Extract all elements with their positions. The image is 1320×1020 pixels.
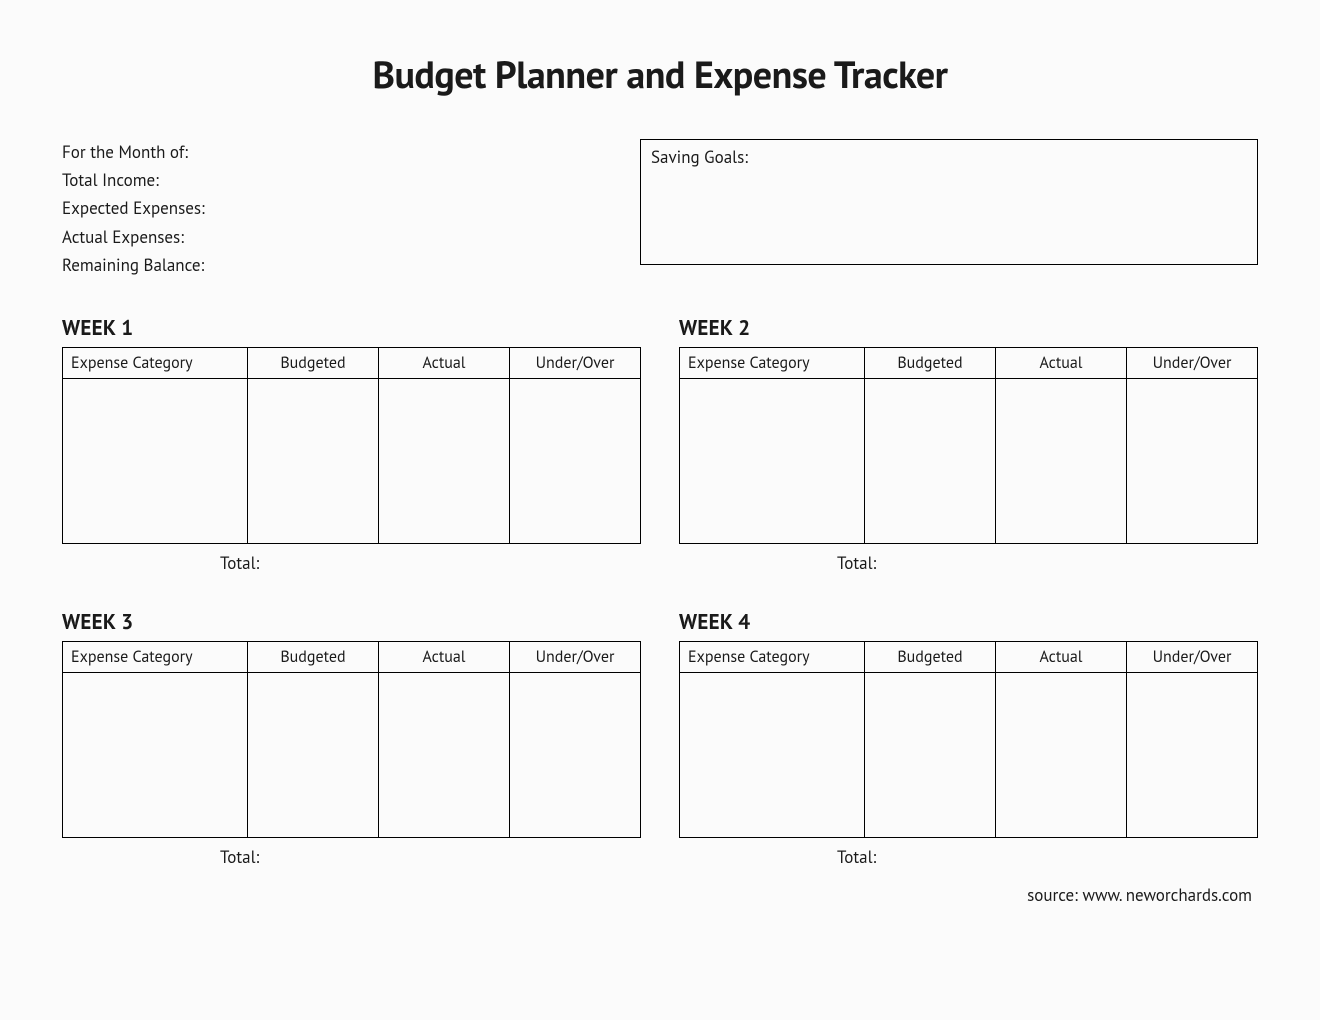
week-1-table: Expense Category Budgeted Actual Under/O… <box>62 347 641 544</box>
table-header-row: Expense Category Budgeted Actual Under/O… <box>63 347 641 378</box>
cell-under-over <box>509 378 640 543</box>
week-4-block: WEEK 4 Expense Category Budgeted Actual … <box>679 608 1258 868</box>
header-budgeted: Budgeted <box>247 641 378 672</box>
cell-category <box>63 672 248 837</box>
cell-category <box>680 378 865 543</box>
header-category: Expense Category <box>63 347 248 378</box>
header-budgeted: Budgeted <box>247 347 378 378</box>
remaining-label: Remaining Balance: <box>62 252 602 279</box>
cell-actual <box>378 672 509 837</box>
header-under-over: Under/Over <box>1126 641 1257 672</box>
table-body-row <box>680 672 1258 837</box>
cell-actual <box>378 378 509 543</box>
header-actual: Actual <box>995 347 1126 378</box>
cell-budgeted <box>864 378 995 543</box>
expected-label: Expected Expenses: <box>62 195 602 222</box>
week-2-title: WEEK 2 <box>679 314 1258 341</box>
cell-budgeted <box>247 378 378 543</box>
cell-under-over <box>509 672 640 837</box>
header-budgeted: Budgeted <box>864 641 995 672</box>
week-3-title: WEEK 3 <box>62 608 641 635</box>
income-label: Total Income: <box>62 167 602 194</box>
source-attribution: source: www. neworchards.com <box>62 884 1258 906</box>
week-1-title: WEEK 1 <box>62 314 641 341</box>
week-4-total: Total: <box>679 846 1258 868</box>
header-under-over: Under/Over <box>1126 347 1257 378</box>
month-label: For the Month of: <box>62 139 602 166</box>
week-4-title: WEEK 4 <box>679 608 1258 635</box>
header-category: Expense Category <box>680 641 865 672</box>
week-1-block: WEEK 1 Expense Category Budgeted Actual … <box>62 314 641 574</box>
summary-block: For the Month of: Total Income: Expected… <box>62 139 602 280</box>
page-title: Budget Planner and Expense Tracker <box>62 50 1258 99</box>
week-2-total: Total: <box>679 552 1258 574</box>
table-header-row: Expense Category Budgeted Actual Under/O… <box>680 347 1258 378</box>
table-body-row <box>680 378 1258 543</box>
header-category: Expense Category <box>63 641 248 672</box>
header-actual: Actual <box>378 641 509 672</box>
week-3-total: Total: <box>62 846 641 868</box>
saving-goals-box: Saving Goals: <box>640 139 1258 265</box>
week-3-table: Expense Category Budgeted Actual Under/O… <box>62 641 641 838</box>
table-body-row <box>63 378 641 543</box>
week-1-total: Total: <box>62 552 641 574</box>
cell-budgeted <box>864 672 995 837</box>
actual-expenses-label: Actual Expenses: <box>62 224 602 251</box>
header-category: Expense Category <box>680 347 865 378</box>
weeks-grid: WEEK 1 Expense Category Budgeted Actual … <box>62 314 1258 868</box>
cell-actual <box>995 672 1126 837</box>
header-actual: Actual <box>378 347 509 378</box>
top-section: For the Month of: Total Income: Expected… <box>62 139 1258 280</box>
cell-category <box>680 672 865 837</box>
cell-under-over <box>1126 378 1257 543</box>
cell-under-over <box>1126 672 1257 837</box>
header-actual: Actual <box>995 641 1126 672</box>
cell-category <box>63 378 248 543</box>
cell-actual <box>995 378 1126 543</box>
header-under-over: Under/Over <box>509 347 640 378</box>
table-header-row: Expense Category Budgeted Actual Under/O… <box>63 641 641 672</box>
table-body-row <box>63 672 641 837</box>
table-header-row: Expense Category Budgeted Actual Under/O… <box>680 641 1258 672</box>
week-2-block: WEEK 2 Expense Category Budgeted Actual … <box>679 314 1258 574</box>
week-4-table: Expense Category Budgeted Actual Under/O… <box>679 641 1258 838</box>
cell-budgeted <box>247 672 378 837</box>
week-2-table: Expense Category Budgeted Actual Under/O… <box>679 347 1258 544</box>
week-3-block: WEEK 3 Expense Category Budgeted Actual … <box>62 608 641 868</box>
header-budgeted: Budgeted <box>864 347 995 378</box>
header-under-over: Under/Over <box>509 641 640 672</box>
saving-goals-label: Saving Goals: <box>651 146 748 168</box>
